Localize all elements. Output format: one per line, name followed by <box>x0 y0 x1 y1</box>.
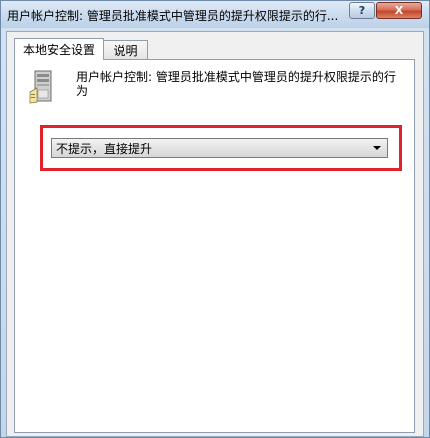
selected-value: 不提示，直接提升 <box>56 141 153 156</box>
title-bar[interactable]: 用户帐户控制: 管理员批准模式中管理员的提升权限提示的行... ? X <box>1 1 429 28</box>
server-icon <box>29 70 52 104</box>
dialog-body: 本地安全设置 说明 用户帐户控制: 管理员批准模式中管理员的提升权限提示的行为 … <box>6 31 424 437</box>
tab-panel: 用户帐户控制: 管理员批准模式中管理员的提升权限提示的行为 不提示，直接提升 <box>14 59 415 433</box>
policy-properties-window: 用户帐户控制: 管理员批准模式中管理员的提升权限提示的行... ? X 本地安全… <box>0 0 430 438</box>
tab-local-security-setting[interactable]: 本地安全设置 <box>14 38 104 60</box>
help-button[interactable]: ? <box>349 2 375 19</box>
close-button[interactable]: X <box>376 2 422 19</box>
tab-explain[interactable]: 说明 <box>103 40 148 60</box>
policy-description: 用户帐户控制: 管理员批准模式中管理员的提升权限提示的行为 <box>76 70 396 98</box>
elevation-behavior-select[interactable]: 不提示，直接提升 <box>51 138 388 158</box>
highlight-annotation: 不提示，直接提升 <box>40 125 402 171</box>
dropdown-arrow-icon <box>373 146 381 150</box>
window-title: 用户帐户控制: 管理员批准模式中管理员的提升权限提示的行... <box>7 9 339 23</box>
